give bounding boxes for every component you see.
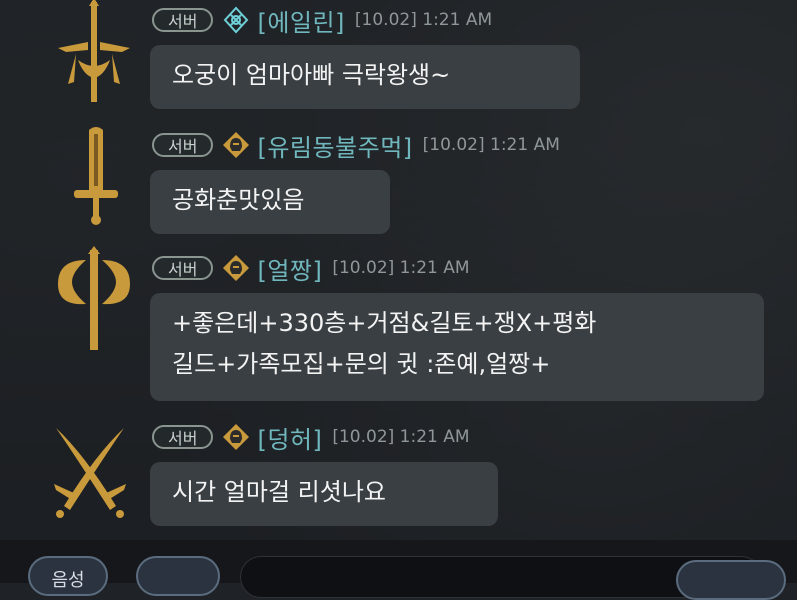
message-text: +좋은데+330층+거점&길토+쟁X+평화	[172, 309, 597, 337]
username[interactable]: [에일린]	[257, 3, 344, 38]
crossed-daggers-icon	[44, 414, 136, 524]
cyan-crest-icon	[224, 6, 249, 34]
message-bubble: 공화춘맛있음	[150, 170, 390, 234]
timestamp: [10.02] 1:21 AM	[422, 135, 560, 155]
username[interactable]: [얼짱]	[257, 251, 322, 286]
message-text: 시간 얼마걸 리셧나요	[172, 478, 386, 506]
message-text: 공화춘맛있음	[172, 186, 305, 214]
greatsword-icon	[50, 124, 142, 234]
voice-button[interactable]: 음성	[28, 556, 108, 596]
gold-helmet-icon	[223, 424, 250, 450]
chat-panel: 서버 [에일린] [10.02] 1:21 AM 오궁이 엄마아빠 극락왕생~	[0, 0, 797, 540]
server-badge[interactable]: 서버	[152, 8, 214, 32]
gold-helmet-icon	[223, 255, 250, 281]
message-bubble: 시간 얼마걸 리셧나요	[150, 462, 498, 526]
voice-button-label: 음성	[51, 570, 85, 591]
timestamp: [10.02] 1:21 AM	[332, 258, 470, 278]
server-badge[interactable]: 서버	[152, 425, 214, 449]
message-bubble: +좋은데+330층+거점&길토+쟁X+평화 길드+가족모집+문의 귓 :존예,얼…	[150, 293, 764, 401]
server-badge[interactable]: 서버	[152, 256, 214, 280]
username[interactable]: [유림동불주먹]	[257, 128, 412, 163]
cross-sword-emblem-icon	[48, 0, 140, 108]
message-bubble: 오궁이 엄마아빠 극락왕생~	[150, 45, 580, 109]
emoji-button[interactable]	[136, 556, 220, 596]
send-button[interactable]	[676, 560, 786, 600]
double-axe-icon	[48, 246, 140, 356]
gold-helmet-icon	[223, 132, 250, 158]
message-text: 오궁이 엄마아빠 극락왕생~	[172, 61, 451, 89]
message-text: 길드+가족모집+문의 귓 :존예,얼짱+	[172, 350, 551, 378]
timestamp: [10.02] 1:21 AM	[332, 427, 470, 447]
username[interactable]: [덩허]	[257, 420, 322, 455]
server-badge[interactable]: 서버	[152, 133, 214, 157]
timestamp: [10.02] 1:21 AM	[354, 10, 493, 30]
